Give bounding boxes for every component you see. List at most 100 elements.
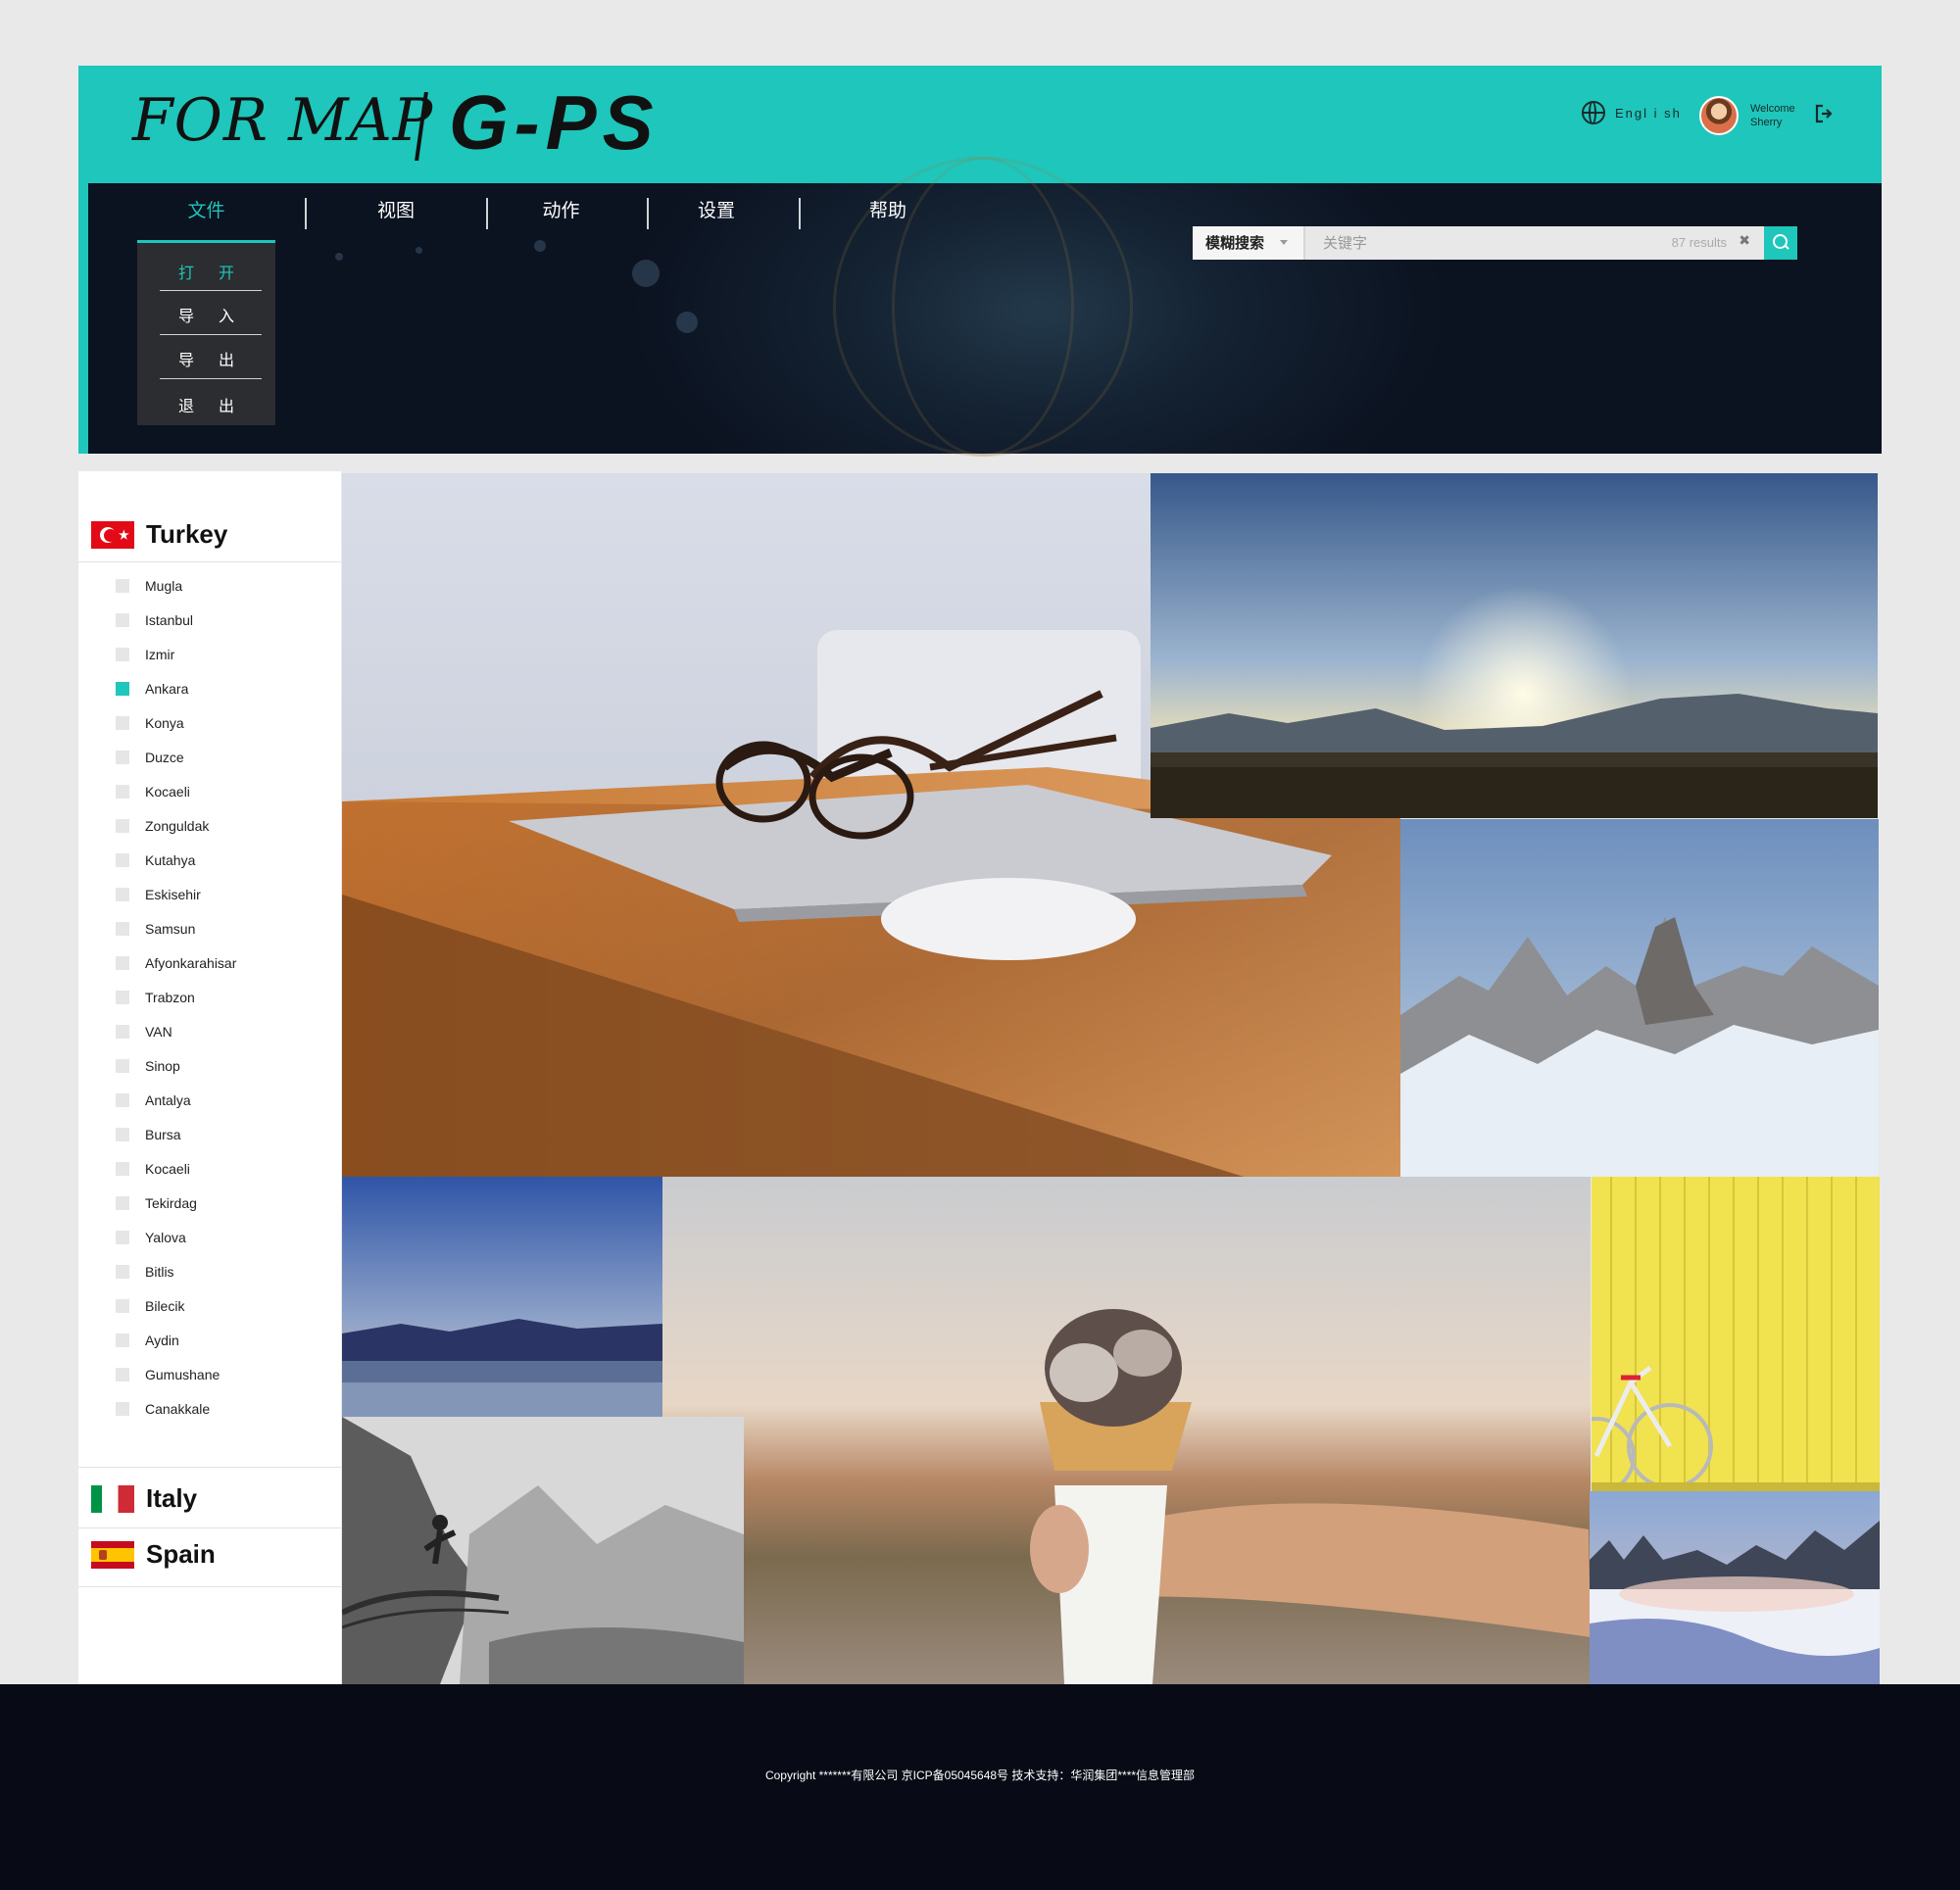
city-label: Izmir (145, 647, 175, 662)
city-label: Gumushane (145, 1367, 220, 1382)
menu-item-open[interactable]: 打 开 (137, 260, 275, 283)
checkbox[interactable] (116, 1162, 129, 1176)
list-item[interactable]: Gumushane (116, 1367, 220, 1382)
list-item[interactable]: Eskisehir (116, 887, 201, 902)
city-label: VAN (145, 1024, 172, 1040)
tab-settings[interactable]: 设置 (657, 196, 776, 222)
checkbox[interactable] (116, 682, 129, 696)
bokeh-light (534, 240, 546, 252)
footer (0, 1684, 1960, 1890)
checkbox[interactable] (116, 1196, 129, 1210)
list-item[interactable]: Tekirdag (116, 1195, 197, 1211)
checkbox[interactable] (116, 785, 129, 799)
menu-divider (160, 290, 262, 291)
city-label: Mugla (145, 578, 183, 594)
divider (78, 1527, 341, 1528)
list-item[interactable]: Trabzon (116, 990, 195, 1005)
tab-action[interactable]: 动作 (500, 196, 622, 222)
menu-item-import[interactable]: 导 入 (137, 303, 275, 326)
frozen-river-forest-photo[interactable] (1590, 1491, 1880, 1684)
logout-icon[interactable] (1815, 104, 1833, 123)
list-item[interactable]: Antalya (116, 1092, 191, 1108)
checkbox[interactable] (116, 1025, 129, 1039)
checkbox[interactable] (116, 1231, 129, 1244)
list-item[interactable]: Istanbul (116, 612, 193, 628)
menu-item-exit[interactable]: 退 出 (137, 393, 275, 416)
list-item[interactable]: Bitlis (116, 1264, 174, 1280)
checkbox[interactable] (116, 888, 129, 901)
city-label: Sinop (145, 1058, 180, 1074)
avatar[interactable] (1699, 96, 1739, 135)
checkbox[interactable] (116, 1299, 129, 1313)
list-item[interactable]: Izmir (116, 647, 174, 662)
list-item[interactable]: VAN (116, 1024, 172, 1040)
checkbox[interactable] (116, 819, 129, 833)
checkbox[interactable] (116, 1059, 129, 1073)
checkbox[interactable] (116, 853, 129, 867)
list-item[interactable]: Bilecik (116, 1298, 184, 1314)
checkbox[interactable] (116, 1265, 129, 1279)
black-white-cliff-photo[interactable] (342, 1417, 744, 1684)
list-item[interactable]: Duzce (116, 750, 184, 765)
checkbox[interactable] (116, 613, 129, 627)
search-type-select[interactable]: 模糊搜索 (1193, 226, 1303, 260)
checkbox[interactable] (116, 1333, 129, 1347)
list-item[interactable]: Kocaeli (116, 1161, 190, 1177)
sunset-mountains-photo[interactable] (1151, 473, 1878, 818)
list-item[interactable]: Kutahya (116, 852, 195, 868)
list-item[interactable]: Aydin (116, 1333, 179, 1348)
city-label: Bitlis (145, 1264, 174, 1280)
country-turkey[interactable]: ★ Turkey (91, 519, 227, 550)
list-item[interactable]: Samsun (116, 921, 195, 937)
checkbox[interactable] (116, 922, 129, 936)
city-label: Samsun (145, 921, 196, 937)
divider (78, 561, 341, 562)
bokeh-light (335, 253, 343, 261)
checkbox[interactable] (116, 1368, 129, 1381)
checkbox[interactable] (116, 991, 129, 1004)
city-label: Duzce (145, 750, 184, 765)
logo-text-gps: G-PS (449, 79, 660, 166)
list-item[interactable]: Afyonkarahisar (116, 955, 236, 971)
lake-mountains-photo[interactable] (342, 1177, 662, 1417)
list-item[interactable]: Kocaeli (116, 784, 190, 800)
yellow-wall-bicycle-photo[interactable] (1592, 1177, 1880, 1491)
list-item[interactable]: Konya (116, 715, 184, 731)
checkbox[interactable] (116, 1402, 129, 1416)
clear-icon[interactable]: ✖ (1739, 233, 1750, 249)
list-item[interactable]: Canakkale (116, 1401, 210, 1417)
checkbox[interactable] (116, 716, 129, 730)
country-label: Spain (146, 1539, 216, 1569)
bokeh-light (416, 247, 422, 254)
list-item[interactable]: Zonguldak (116, 818, 209, 834)
checkbox[interactable] (116, 1128, 129, 1141)
checkbox[interactable] (116, 579, 129, 593)
checkbox[interactable] (116, 956, 129, 970)
search-field: 87 results ✖ (1303, 226, 1764, 260)
country-italy[interactable]: Italy (91, 1483, 197, 1514)
search-input[interactable] (1305, 226, 1648, 260)
tab-file[interactable]: 文件 (137, 196, 275, 222)
snowy-peaks-photo[interactable] (1400, 819, 1879, 1177)
list-item[interactable]: Bursa (116, 1127, 181, 1142)
menu-item-export[interactable]: 导 出 (137, 347, 275, 370)
ice-cream-photo[interactable] (662, 1177, 1591, 1684)
checkbox[interactable] (116, 1093, 129, 1107)
city-label: Kutahya (145, 852, 196, 868)
country-spain[interactable]: Spain (91, 1539, 216, 1570)
checkbox[interactable] (116, 751, 129, 764)
list-item[interactable]: Mugla (116, 578, 182, 594)
search-button[interactable] (1764, 226, 1797, 260)
list-item[interactable]: Yalova (116, 1230, 186, 1245)
tab-help[interactable]: 帮助 (833, 196, 943, 222)
tab-view[interactable]: 视图 (327, 196, 465, 222)
language-switcher[interactable]: Engl i sh (1582, 101, 1682, 124)
checkbox[interactable] (116, 648, 129, 661)
nav-divider (647, 198, 649, 229)
list-item[interactable]: Sinop (116, 1058, 180, 1074)
copyright-text: Copyright *******有限公司 京ICP备05045648号 技术支… (764, 1769, 1196, 1782)
nav-divider (486, 198, 488, 229)
city-label: Ankara (145, 681, 189, 697)
bokeh-light (676, 312, 698, 333)
list-item[interactable]: Ankara (116, 681, 188, 697)
